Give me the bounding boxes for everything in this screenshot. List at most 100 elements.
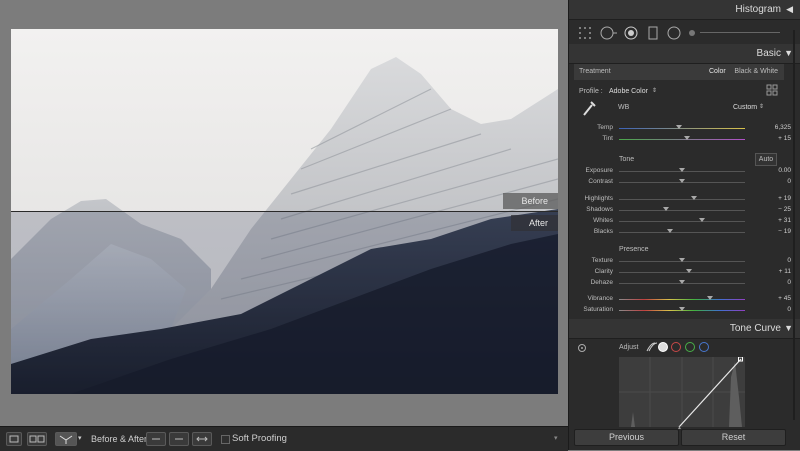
point-curve-rgb-icon[interactable] bbox=[657, 341, 669, 353]
tint-value[interactable]: + 15 bbox=[778, 135, 791, 142]
tone-curve-header[interactable]: Tone Curve ▼ bbox=[569, 319, 800, 339]
clarity-value[interactable]: + 11 bbox=[779, 268, 791, 275]
after-label: After bbox=[510, 215, 558, 231]
highlights-slider-knob[interactable] bbox=[690, 196, 697, 200]
temp-slider-row: Temp 6,325 bbox=[569, 123, 800, 133]
contrast-slider-knob[interactable] bbox=[679, 179, 685, 183]
soft-proofing-label: Soft Proofing bbox=[232, 433, 287, 444]
shadows-slider[interactable] bbox=[619, 210, 745, 211]
loupe-icon bbox=[9, 435, 19, 443]
whites-slider-knob[interactable] bbox=[698, 218, 705, 222]
spot-removal-icon[interactable] bbox=[600, 25, 618, 41]
copy-right-icon bbox=[175, 438, 183, 440]
profile-value[interactable]: Adobe Color bbox=[609, 88, 648, 95]
clarity-slider-knob[interactable] bbox=[685, 269, 692, 273]
soft-proofing-checkbox[interactable] bbox=[221, 435, 230, 444]
blacks-value[interactable]: − 19 bbox=[778, 228, 791, 235]
tint-slider-knob[interactable] bbox=[684, 136, 691, 140]
treatment-row: Treatment Color Black & White bbox=[574, 64, 784, 80]
exposure-slider-knob[interactable] bbox=[679, 168, 685, 172]
saturation-slider-knob[interactable] bbox=[679, 307, 685, 311]
whites-slider[interactable] bbox=[619, 221, 745, 222]
parametric-curve-icon[interactable] bbox=[645, 341, 657, 353]
whites-slider-row: Whites + 31 bbox=[569, 216, 800, 226]
vibrance-slider-knob[interactable] bbox=[707, 296, 714, 300]
swap-before-after-button[interactable] bbox=[192, 432, 212, 446]
contrast-value[interactable]: 0 bbox=[787, 178, 791, 185]
treatment-color-option[interactable]: Color bbox=[709, 68, 726, 75]
tint-slider-row: Tint + 15 bbox=[569, 134, 800, 144]
target-adjust-icon[interactable] bbox=[577, 343, 587, 353]
crop-tool-icon[interactable] bbox=[578, 26, 592, 40]
before-after-divider[interactable] bbox=[11, 211, 558, 212]
chevron-down-icon[interactable]: ▾ bbox=[78, 434, 82, 442]
dehaze-slider-row: Dehaze 0 bbox=[569, 278, 800, 288]
blacks-slider[interactable] bbox=[619, 232, 745, 233]
green-channel-icon[interactable] bbox=[684, 341, 696, 353]
shadows-slider-knob[interactable] bbox=[663, 207, 670, 211]
presence-label: Presence bbox=[619, 246, 649, 253]
blacks-slider-knob[interactable] bbox=[667, 229, 674, 233]
before-after-mode-button[interactable] bbox=[55, 432, 77, 446]
profile-browser-icon[interactable] bbox=[766, 84, 778, 96]
wb-value[interactable]: Custom bbox=[733, 104, 757, 111]
dehaze-slider-knob[interactable] bbox=[679, 280, 685, 284]
temp-slider-knob[interactable] bbox=[676, 125, 683, 129]
adjust-label: Adjust bbox=[619, 344, 639, 351]
red-eye-icon[interactable] bbox=[623, 25, 639, 41]
blue-channel-icon[interactable] bbox=[698, 341, 710, 353]
exposure-value[interactable]: 0.00 bbox=[778, 167, 791, 174]
contrast-label: Contrast bbox=[588, 178, 613, 185]
radial-filter-icon[interactable] bbox=[666, 25, 682, 41]
vibrance-slider[interactable] bbox=[619, 299, 745, 300]
temp-label: Temp bbox=[597, 124, 613, 131]
compare-view-button[interactable] bbox=[27, 432, 47, 446]
whites-label: Whites bbox=[593, 217, 613, 224]
red-channel-icon[interactable] bbox=[670, 341, 682, 353]
auto-tone-button[interactable]: Auto bbox=[755, 153, 777, 166]
image-canvas: Before After bbox=[0, 0, 568, 426]
profile-dropdown-icon[interactable]: ⇕ bbox=[652, 87, 657, 94]
tint-slider[interactable] bbox=[619, 139, 745, 140]
histogram-header[interactable]: Histogram ◀ bbox=[569, 0, 800, 20]
wb-dropdown-icon[interactable]: ⇕ bbox=[759, 103, 764, 110]
basic-header[interactable]: Basic ▼ bbox=[569, 44, 800, 64]
texture-slider-knob[interactable] bbox=[679, 258, 685, 262]
tone-curve-graph[interactable] bbox=[619, 357, 745, 427]
vibrance-label: Vibrance bbox=[587, 295, 613, 302]
shadows-value[interactable]: − 25 bbox=[778, 206, 791, 213]
vibrance-value[interactable]: + 45 bbox=[778, 295, 791, 302]
tone-label: Tone bbox=[619, 156, 635, 163]
profile-label: Profile : bbox=[579, 88, 603, 95]
contrast-slider-row: Contrast 0 bbox=[569, 177, 800, 187]
photo-preview[interactable]: Before After bbox=[11, 29, 558, 394]
highlights-label: Highlights bbox=[584, 195, 613, 202]
brush-size-slider[interactable] bbox=[700, 32, 780, 33]
previous-label: Previous bbox=[608, 432, 644, 442]
highlights-slider[interactable] bbox=[619, 199, 745, 200]
toolbar-menu-icon[interactable]: ▾ bbox=[554, 434, 558, 442]
treatment-bw-option[interactable]: Black & White bbox=[734, 68, 778, 75]
texture-label: Texture bbox=[591, 257, 613, 264]
basic-title: Basic bbox=[756, 48, 781, 59]
copy-after-to-before-button[interactable] bbox=[169, 432, 189, 446]
dehaze-value[interactable]: 0 bbox=[787, 279, 791, 286]
saturation-value[interactable]: 0 bbox=[787, 306, 791, 313]
before-after-label: Before & After : bbox=[91, 434, 153, 444]
previous-button[interactable]: Previous bbox=[574, 429, 679, 446]
loupe-view-button[interactable] bbox=[6, 432, 22, 446]
collapse-down-icon: ▼ bbox=[784, 323, 793, 333]
graduated-filter-icon[interactable] bbox=[646, 25, 660, 41]
treatment-label: Treatment bbox=[579, 68, 611, 75]
texture-value[interactable]: 0 bbox=[787, 257, 791, 264]
collapse-down-icon: ▼ bbox=[784, 48, 793, 58]
eyedropper-icon[interactable] bbox=[581, 99, 597, 117]
highlights-value[interactable]: + 19 bbox=[778, 195, 791, 202]
reset-button[interactable]: Reset bbox=[681, 429, 786, 446]
clarity-slider[interactable] bbox=[619, 272, 745, 273]
temp-value[interactable]: 6,325 bbox=[775, 124, 791, 131]
tone-curve-title: Tone Curve bbox=[729, 323, 781, 334]
blacks-slider-row: Blacks − 19 bbox=[569, 227, 800, 237]
copy-before-to-after-button[interactable] bbox=[146, 432, 166, 446]
whites-value[interactable]: + 31 bbox=[778, 217, 791, 224]
